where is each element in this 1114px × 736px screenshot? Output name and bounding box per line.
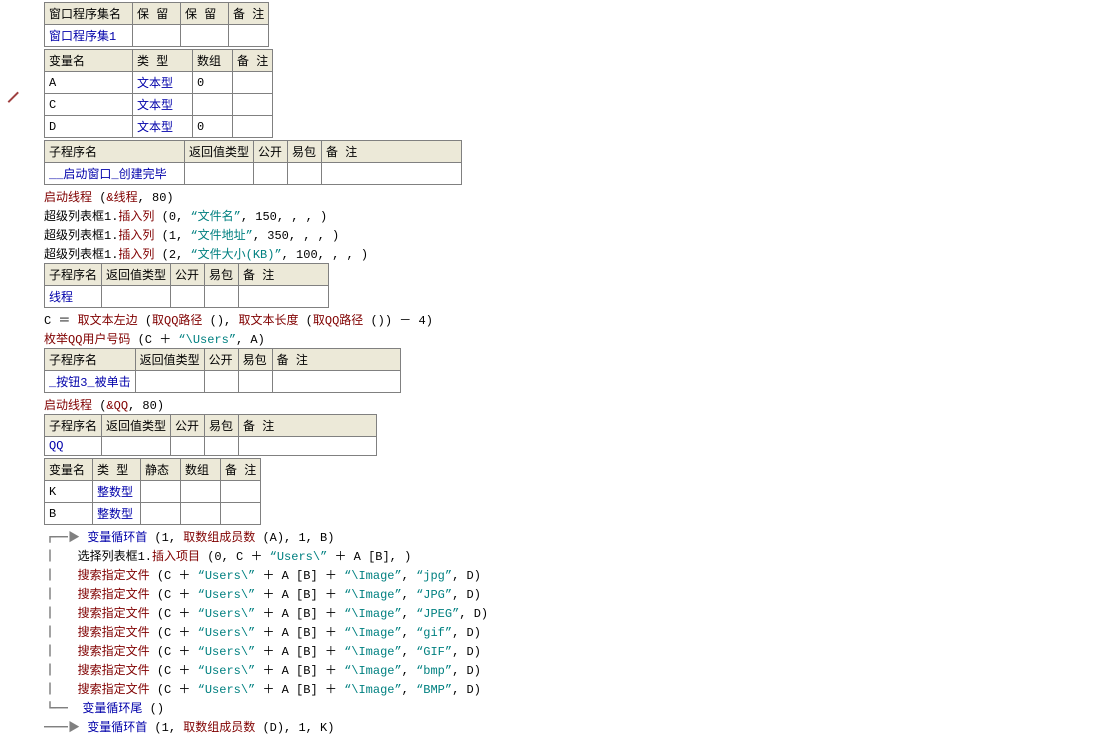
table-sub-1: 子程序名 返回值类型 公开 易包 备 注 __启动窗口_创建完毕 [44,140,462,185]
th: 静态 [141,459,181,481]
th: 类 型 [93,459,141,481]
th: 易包 [238,349,272,371]
code-line[interactable]: ┏━▶ 变量循环首 (1, 取数组成员数 (A), 1, B) [44,527,1114,546]
table-sub-2: 子程序名 返回值类型 公开 易包 备 注 线程 [44,263,329,308]
th: 变量名 [45,50,133,72]
th: 备 注 [239,415,377,437]
th: 公开 [171,415,205,437]
th: 返回值类型 [102,415,171,437]
th: 子程序名 [45,349,136,371]
th: 保 留 [133,3,181,25]
table-variables-1: 变量名 类 型 数组 备 注 A文本型0 C文本型 D文本型0 [44,49,273,138]
code-line[interactable]: ┃ 选择列表框1.插入项目 (0, C ＋ “Users\” ＋ A [B], … [44,546,1114,565]
gutter [0,86,20,100]
th: 备 注 [239,264,329,286]
code-line[interactable]: 超级列表框1.插入列 (2, “文件大小(KB)”, 100, , , ) [44,244,1114,263]
code-line[interactable]: ┃ 搜索指定文件 (C ＋ “Users\” ＋ A [B] ＋ “\Image… [44,622,1114,641]
th: 公开 [171,264,205,286]
code-line[interactable]: ┃ 搜索指定文件 (C ＋ “Users\” ＋ A [B] ＋ “\Image… [44,660,1114,679]
th: 公开 [204,349,238,371]
th: 窗口程序集名 [45,3,133,25]
code-line[interactable]: ┗━ 变量循环尾 () [44,698,1114,717]
th: 返回值类型 [185,141,254,163]
marker-icon [0,83,19,103]
th: 保 留 [181,3,229,25]
code-editor[interactable]: 窗口程序集名 保 留 保 留 备 注 窗口程序集1 变量名 类 型 数组 备 注… [44,0,1114,736]
th: 子程序名 [45,415,102,437]
code-line[interactable]: ┃ 搜索指定文件 (C ＋ “Users\” ＋ A [B] ＋ “\Image… [44,603,1114,622]
code-line[interactable]: ┃ 搜索指定文件 (C ＋ “Users\” ＋ A [B] ＋ “\Image… [44,565,1114,584]
table-window-assembly: 窗口程序集名 保 留 保 留 备 注 窗口程序集1 [44,2,269,47]
th: 备 注 [322,141,462,163]
th: 返回值类型 [135,349,204,371]
code-line[interactable]: 超级列表框1.插入列 (1, “文件地址”, 350, , , ) [44,225,1114,244]
table-row[interactable]: __启动窗口_创建完毕 [45,163,462,185]
th: 备 注 [233,50,273,72]
table-row[interactable]: A文本型0 [45,72,273,94]
code-line[interactable]: ━━▶ 变量循环首 (1, 取数组成员数 (D), 1, K) [44,717,1114,736]
table-row[interactable]: D文本型0 [45,116,273,138]
table-row[interactable]: C文本型 [45,94,273,116]
table-row[interactable]: _按钮3_被单击 [45,371,401,393]
th: 公开 [254,141,288,163]
th: 数组 [181,459,221,481]
th: 数组 [193,50,233,72]
table-variables-2: 变量名 类 型 静态 数组 备 注 K整数型 B整数型 [44,458,261,525]
table-row[interactable]: 窗口程序集1 [45,25,269,47]
th: 备 注 [229,3,269,25]
th: 返回值类型 [102,264,171,286]
th: 类 型 [133,50,193,72]
code-line[interactable]: C ＝ 取文本左边 (取QQ路径 (), 取文本长度 (取QQ路径 ()) － … [44,310,1114,329]
th: 子程序名 [45,141,185,163]
table-row[interactable]: K整数型 [45,481,261,503]
code-line[interactable]: 启动线程 (&QQ, 80) [44,395,1114,414]
table-row[interactable]: QQ [45,437,377,456]
table-sub-4: 子程序名 返回值类型 公开 易包 备 注 QQ [44,414,377,456]
th: 变量名 [45,459,93,481]
th: 备 注 [221,459,261,481]
code-line[interactable]: 枚举QQ用户号码 (C ＋ “\Users”, A) [44,329,1114,348]
th: 子程序名 [45,264,102,286]
th: 易包 [205,415,239,437]
th: 备 注 [272,349,400,371]
code-line[interactable]: ┃ 搜索指定文件 (C ＋ “Users\” ＋ A [B] ＋ “\Image… [44,679,1114,698]
table-row[interactable]: 线程 [45,286,329,308]
code-line[interactable]: 超级列表框1.插入列 (0, “文件名”, 150, , , ) [44,206,1114,225]
code-line[interactable]: ┃ 搜索指定文件 (C ＋ “Users\” ＋ A [B] ＋ “\Image… [44,584,1114,603]
table-row[interactable]: B整数型 [45,503,261,525]
code-line[interactable]: 启动线程 (&线程, 80) [44,187,1114,206]
code-line[interactable]: ┃ 搜索指定文件 (C ＋ “Users\” ＋ A [B] ＋ “\Image… [44,641,1114,660]
th: 易包 [288,141,322,163]
table-sub-3: 子程序名 返回值类型 公开 易包 备 注 _按钮3_被单击 [44,348,401,393]
th: 易包 [205,264,239,286]
